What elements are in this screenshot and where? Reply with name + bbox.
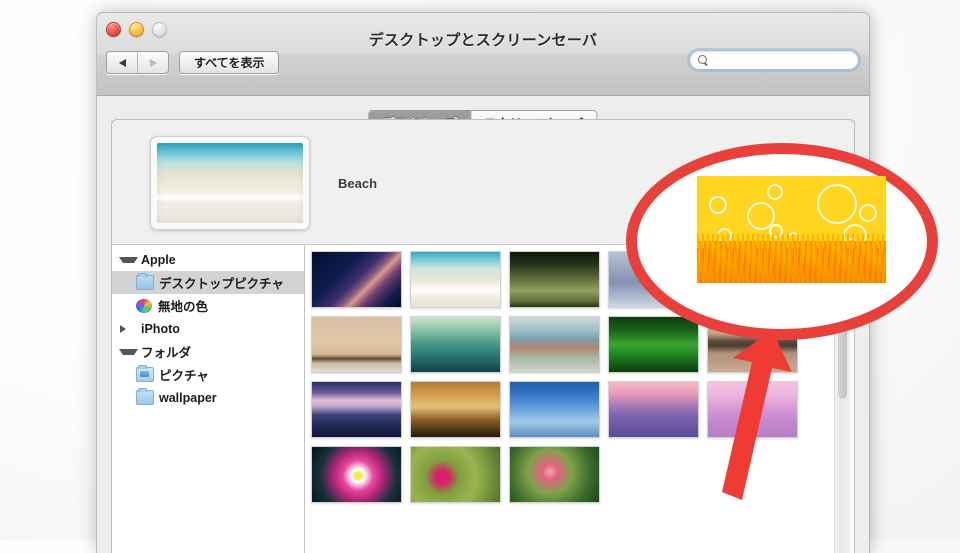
sidebar-item-folders[interactable]: フォルダ [112,340,304,363]
show-all-button[interactable]: すべてを表示 [179,51,279,74]
scrollbar-thumb[interactable] [838,249,847,399]
sidebar-item-label: iPhoto [141,322,180,336]
navigation-segmented-control[interactable] [106,51,169,74]
wallpaper-thumbnail-moon-clouds[interactable] [509,381,600,438]
wallpaper-grid [305,245,803,503]
desktop-pane: Beach Apple デスクトップピクチャ 無地の色 iP [111,119,855,553]
source-and-grid-split: Apple デスクトップピクチャ 無地の色 iPhoto フォルダ [112,244,854,553]
back-button[interactable] [107,52,137,73]
wallpaper-thumbnail-pink-mist[interactable] [707,381,798,438]
wallpaper-thumbnail-green-grass[interactable] [608,316,699,373]
sidebar-item-label: 無地の色 [158,296,208,315]
search-field[interactable] [689,50,859,70]
current-wallpaper-name: Beach [338,176,377,191]
wallpaper-thumbnail-misty-lake[interactable] [608,251,699,308]
disclosure-triangle-open-icon[interactable] [119,349,138,355]
sidebar-item-label: フォルダ [141,342,191,361]
wallpaper-thumbnail-lion[interactable] [410,381,501,438]
wallpaper-thumbnail-poppies[interactable] [410,446,501,503]
pictures-folder-icon [136,367,154,382]
folder-icon [136,275,154,290]
sidebar-item-pictures[interactable]: ピクチャ [112,363,304,386]
sidebar-item-label: Apple [141,253,176,267]
search-icon [698,55,709,66]
wallpaper-thumbnail-elephant-savanna[interactable] [707,251,798,308]
color-wheel-icon [136,299,152,313]
source-list-sidebar: Apple デスクトップピクチャ 無地の色 iPhoto フォルダ [112,245,305,553]
sidebar-item-solid-colors[interactable]: 無地の色 [112,294,304,317]
window-title: デスクトップとスクリーンセーバ [97,29,869,50]
wallpaper-thumbnail-grass-field[interactable] [509,251,600,308]
wallpaper-thumbnail-desert-birds[interactable] [311,316,402,373]
sidebar-item-desktop-pictures[interactable]: デスクトップピクチャ [112,271,304,294]
sidebar-item-label: wallpaper [159,391,217,405]
toolbar: すべてを表示 [106,51,279,74]
forward-arrow-icon [150,59,157,67]
wallpaper-grid-scroll-area [305,245,854,553]
wallpaper-thumbnail-island-reflection[interactable] [707,316,798,373]
beach-thumbnail-icon [157,143,303,223]
wallpaper-thumbnail-lotus[interactable] [311,446,402,503]
disclosure-triangle-open-icon[interactable] [119,257,138,263]
current-wallpaper-preview[interactable] [150,136,310,230]
sidebar-item-iphoto[interactable]: iPhoto [112,317,304,340]
sidebar-item-apple[interactable]: Apple [112,248,304,271]
wallpaper-thumbnail-lake-aurora[interactable] [311,381,402,438]
wallpaper-thumbnail-coastal-haze[interactable] [509,316,600,373]
sidebar-item-wallpaper[interactable]: wallpaper [112,386,304,409]
preview-section: Beach [112,120,854,244]
wallpaper-thumbnail-lily-pads[interactable] [410,316,501,373]
wallpaper-thumbnail-beach[interactable] [410,251,501,308]
sidebar-item-label: デスクトップピクチャ [159,273,284,292]
wallpaper-thumbnail-galaxy[interactable] [311,251,402,308]
window-titlebar: デスクトップとスクリーンセーバ すべてを表示 [97,13,869,96]
disclosure-triangle-closed-icon[interactable] [120,325,137,333]
system-preferences-window: デスクトップとスクリーンセーバ すべてを表示 デスクトップ スクリーンセーバ B… [96,12,870,553]
back-arrow-icon [119,59,126,67]
sidebar-item-label: ピクチャ [159,365,209,384]
wallpaper-thumbnail-berries[interactable] [509,446,600,503]
wallpaper-thumbnail-mountain-dawn[interactable] [608,381,699,438]
search-input[interactable] [714,53,850,67]
vertical-scrollbar[interactable] [834,245,850,553]
forward-button [137,52,168,73]
folder-icon [136,390,154,405]
